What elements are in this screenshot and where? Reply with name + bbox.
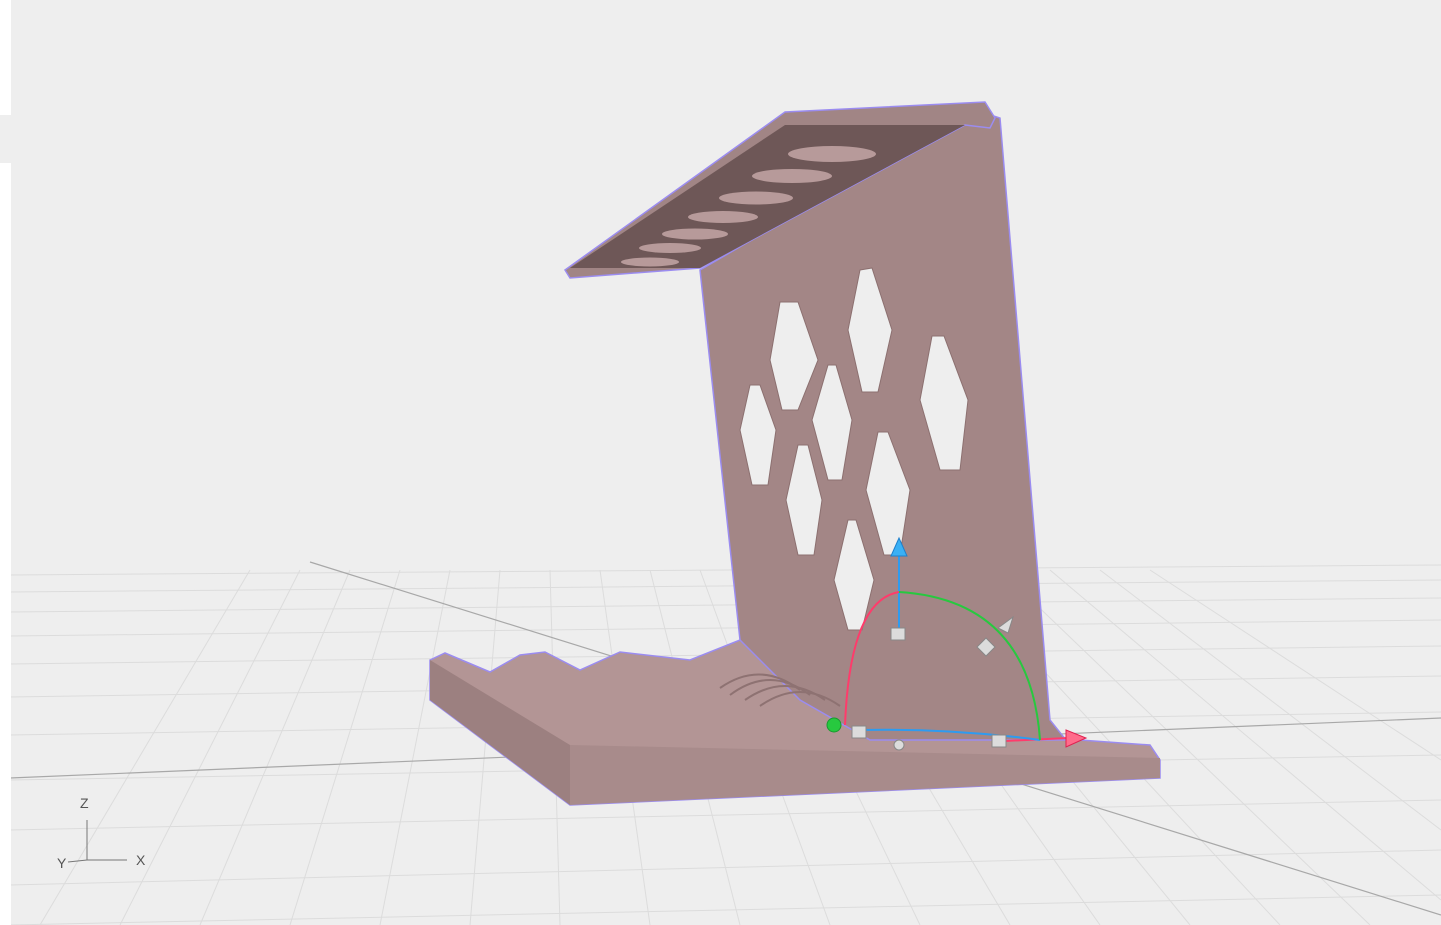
scale-handle-icon [991,734,1007,748]
axis-triad [67,820,127,863]
plane-handle-icon [890,627,906,641]
axis-y-label: Y [57,855,67,871]
axis-x-label: X [136,852,146,868]
scale-handle-icon [851,725,867,739]
origin-handle-icon [893,739,905,751]
3d-viewport[interactable]: Z Y X [0,0,1441,925]
axis-z-label: Z [80,795,89,811]
rotate-handle-icon [826,717,842,733]
panel-collapse-tab[interactable] [0,115,11,163]
scene-canvas[interactable] [0,0,1441,925]
phone-stand-model[interactable] [429,101,1161,806]
